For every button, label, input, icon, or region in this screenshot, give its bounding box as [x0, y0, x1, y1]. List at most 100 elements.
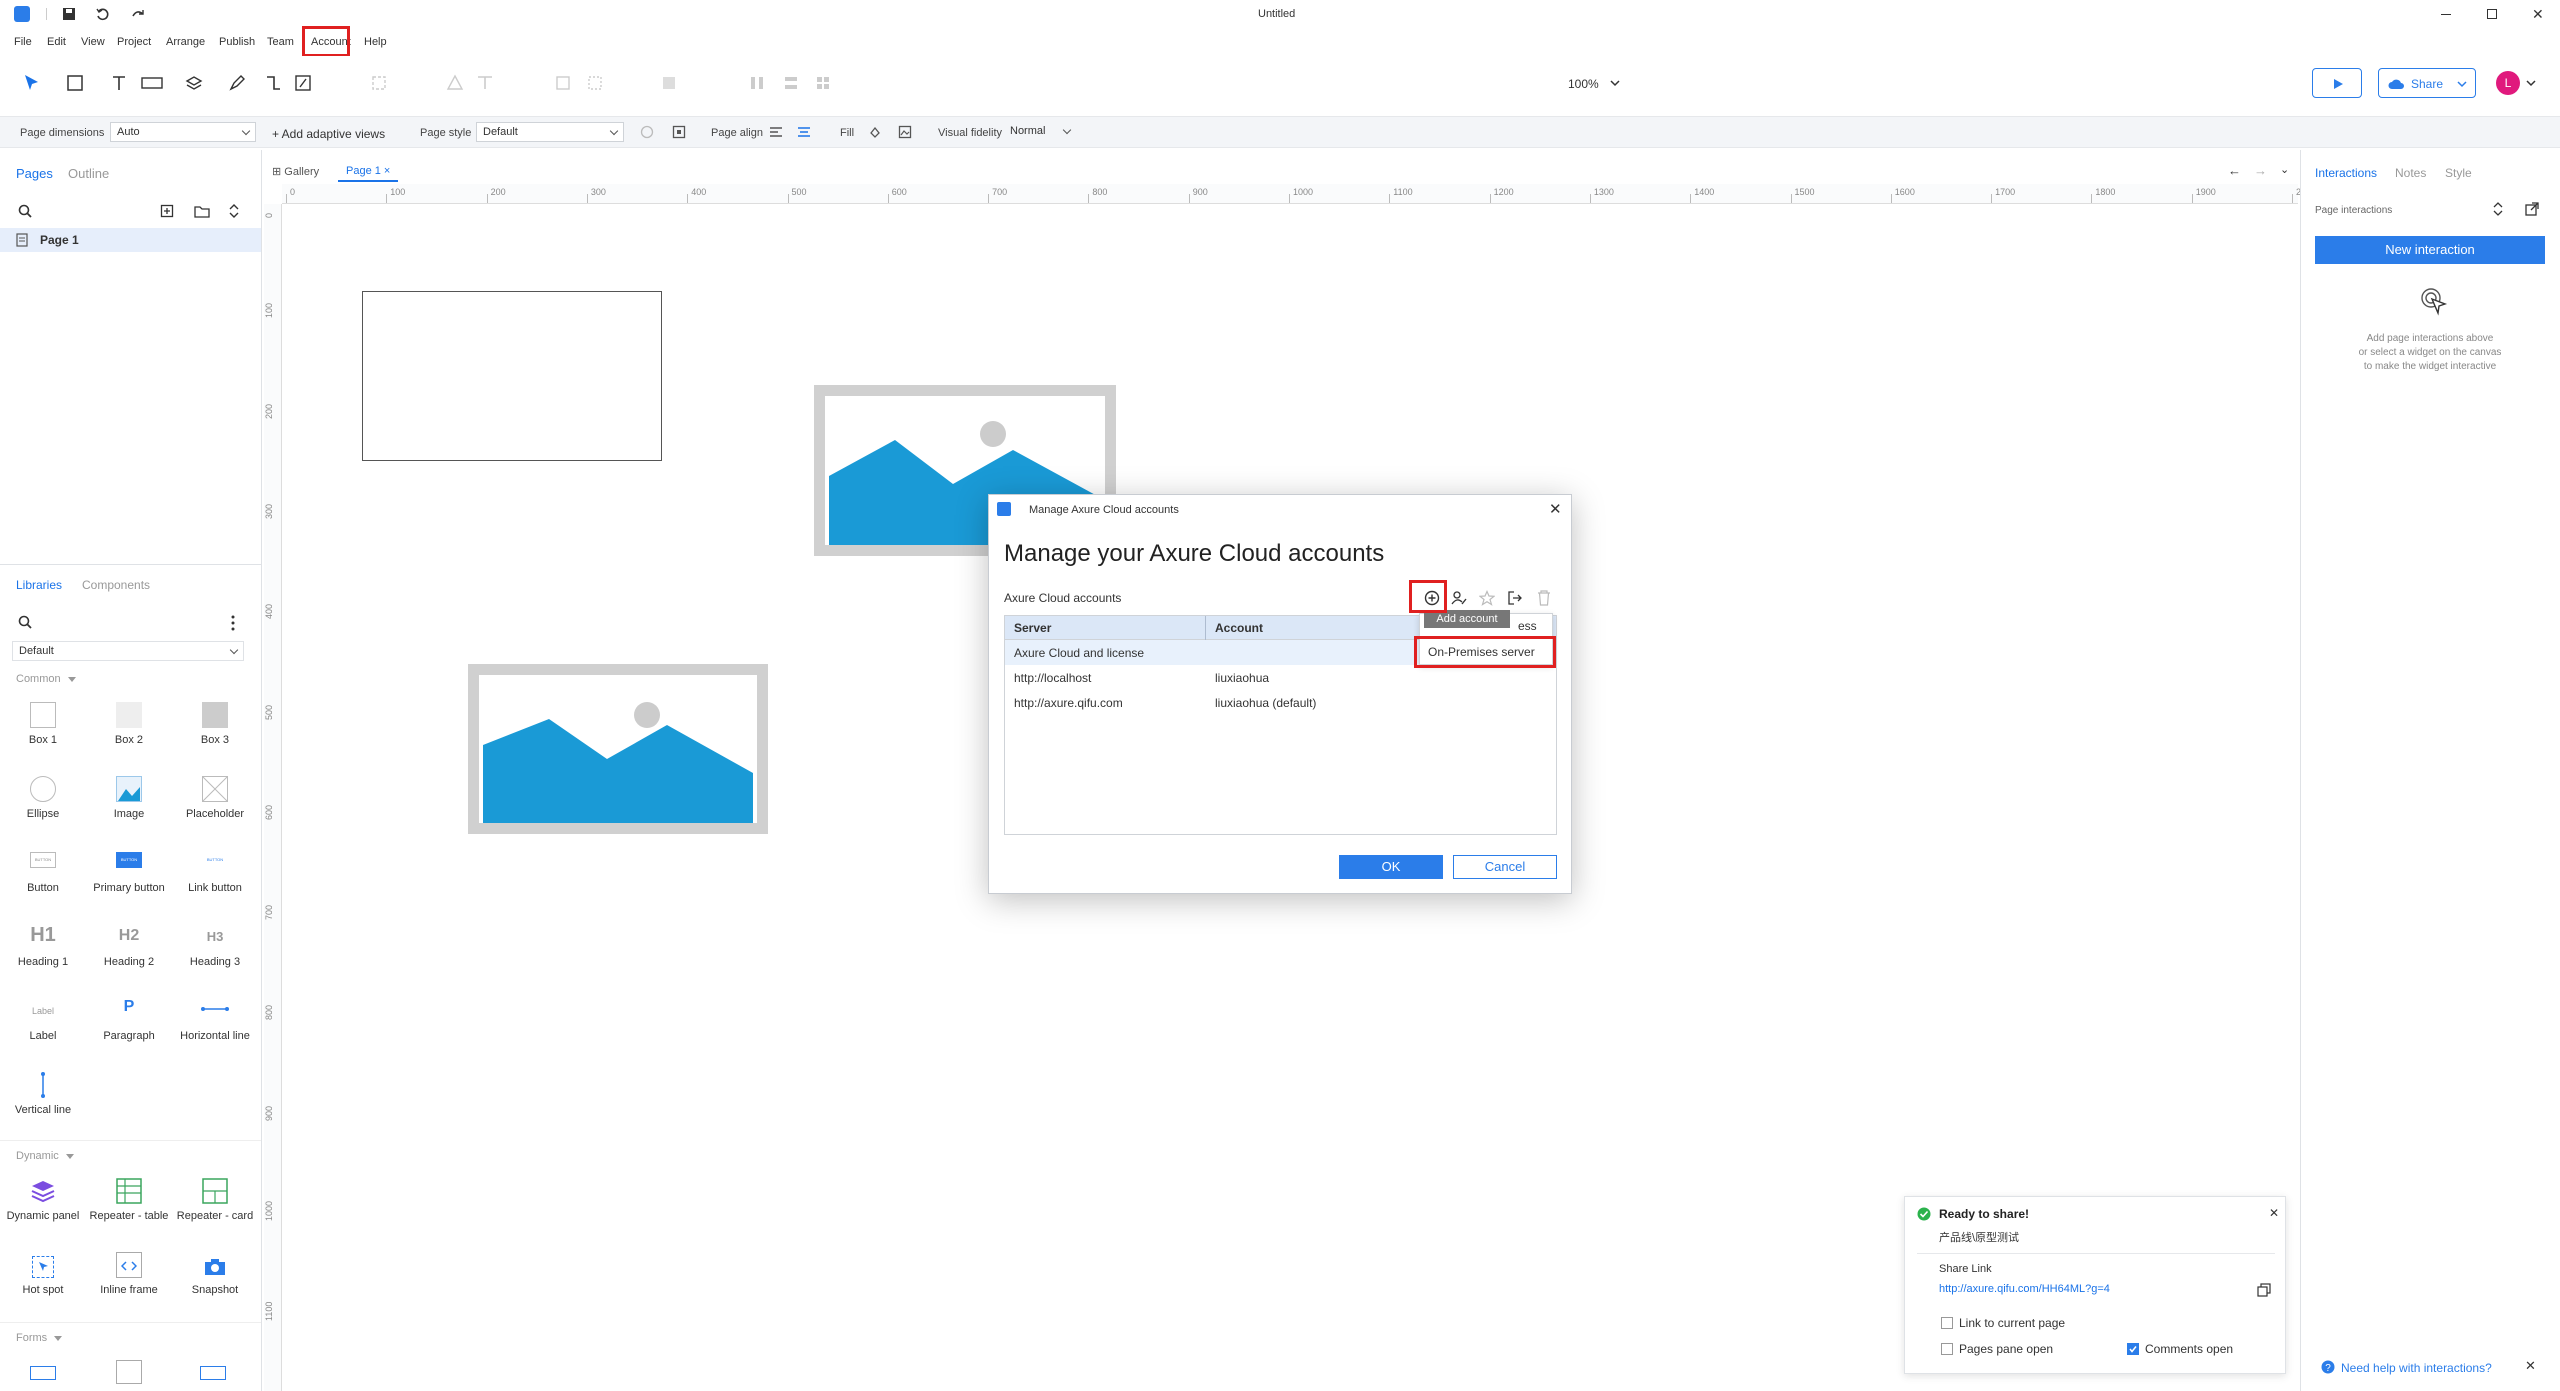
- lib-heading-2[interactable]: H2 Heading 2: [86, 924, 172, 968]
- align-center-icon[interactable]: [797, 126, 811, 140]
- tab-notes[interactable]: Notes: [2395, 166, 2426, 180]
- lib-image[interactable]: Image: [86, 776, 172, 820]
- dropdown-item-partial[interactable]: ess: [1518, 619, 1537, 633]
- lib-snapshot[interactable]: Snapshot: [172, 1256, 258, 1296]
- snippet-tool-icon[interactable]: [294, 74, 312, 92]
- search-icon[interactable]: [18, 615, 32, 629]
- preview-button[interactable]: [2312, 68, 2362, 98]
- chevron-down-icon[interactable]: [2526, 78, 2536, 88]
- menu-publish[interactable]: Publish: [219, 36, 255, 48]
- lib-form-droplist[interactable]: [200, 1366, 226, 1380]
- canvas-rectangle-widget[interactable]: [362, 291, 662, 461]
- lib-dynamic-panel[interactable]: Dynamic panel: [0, 1178, 86, 1222]
- input-tool-icon[interactable]: [140, 74, 164, 92]
- link-current-page-checkbox[interactable]: [1941, 1317, 1953, 1329]
- tab-style[interactable]: Style: [2445, 166, 2472, 180]
- text-tool-icon[interactable]: [110, 74, 128, 92]
- ok-button[interactable]: OK: [1339, 855, 1443, 879]
- cancel-button[interactable]: Cancel: [1453, 855, 1557, 879]
- lib-vertical-line[interactable]: Vertical line: [0, 1072, 86, 1116]
- pen-tool-icon[interactable]: [228, 74, 246, 92]
- tab-libraries[interactable]: Libraries: [16, 578, 62, 592]
- menu-view[interactable]: View: [81, 36, 105, 48]
- visual-fidelity-select[interactable]: Normal: [1004, 122, 1076, 142]
- lib-ellipse[interactable]: Ellipse: [0, 776, 86, 820]
- menu-help[interactable]: Help: [364, 36, 387, 48]
- lib-form-text-field[interactable]: [30, 1366, 56, 1380]
- table-row[interactable]: http://axure.qifu.com liuxiaohua (defaul…: [1005, 690, 1556, 715]
- tab-components[interactable]: Components: [82, 578, 150, 592]
- page-dimensions-select[interactable]: Auto: [110, 122, 256, 142]
- close-help-icon[interactable]: ✕: [2525, 1358, 2536, 1374]
- menu-team[interactable]: Team: [267, 36, 294, 48]
- tab-interactions[interactable]: Interactions: [2315, 166, 2377, 180]
- lib-paragraph[interactable]: P Paragraph: [86, 998, 172, 1042]
- tabs-menu-icon[interactable]: ⌄: [2280, 163, 2289, 176]
- library-select[interactable]: Default: [12, 641, 244, 661]
- menu-edit[interactable]: Edit: [47, 36, 66, 48]
- edit-account-icon[interactable]: [1451, 590, 1467, 606]
- page-style-select[interactable]: Default: [476, 122, 624, 142]
- minimize-button[interactable]: [2441, 14, 2451, 15]
- copy-icon[interactable]: [2257, 1283, 2271, 1297]
- style-edit-icon[interactable]: [672, 125, 686, 139]
- dialog-close-icon[interactable]: ✕: [1549, 500, 1562, 518]
- lib-box-1[interactable]: Box 1: [0, 702, 86, 746]
- lib-horizontal-line[interactable]: Horizontal line: [172, 998, 258, 1042]
- sign-out-icon[interactable]: [1507, 590, 1523, 606]
- fill-image-icon[interactable]: [898, 125, 912, 139]
- redo-icon[interactable]: [131, 7, 145, 21]
- tab-pages[interactable]: Pages: [16, 166, 53, 181]
- table-row[interactable]: http://localhost liuxiaohua: [1005, 665, 1556, 690]
- page-list-item[interactable]: Page 1: [0, 228, 261, 252]
- tab-gallery[interactable]: ⊞ Gallery: [272, 165, 319, 178]
- menu-file[interactable]: File: [14, 36, 32, 48]
- align-left-icon[interactable]: [769, 126, 783, 140]
- lib-placeholder[interactable]: Placeholder: [172, 776, 258, 820]
- avatar[interactable]: L: [2496, 71, 2520, 95]
- rectangle-tool-icon[interactable]: [66, 74, 84, 92]
- fill-color-icon[interactable]: [868, 125, 882, 139]
- open-external-icon[interactable]: [2525, 202, 2539, 216]
- new-interaction-button[interactable]: New interaction: [2315, 236, 2545, 264]
- section-common[interactable]: Common: [16, 673, 61, 685]
- save-icon[interactable]: [62, 7, 76, 21]
- share-button[interactable]: Share: [2378, 68, 2476, 98]
- select-tool-icon[interactable]: [22, 73, 42, 93]
- canvas-image-widget-2[interactable]: [468, 664, 768, 834]
- zoom-level[interactable]: 100%: [1568, 77, 1599, 91]
- help-link[interactable]: Need help with interactions?: [2341, 1361, 2492, 1375]
- sort-icon[interactable]: [2493, 202, 2503, 216]
- menu-arrange[interactable]: Arrange: [166, 36, 205, 48]
- lib-primary-button[interactable]: BUTTON Primary button: [86, 852, 172, 894]
- undo-icon[interactable]: [95, 7, 109, 21]
- add-adaptive-views-link[interactable]: + Add adaptive views: [272, 127, 385, 141]
- tab-outline[interactable]: Outline: [68, 166, 109, 181]
- lib-box-2[interactable]: Box 2: [86, 702, 172, 746]
- lib-heading-3[interactable]: H3 Heading 3: [172, 924, 258, 968]
- lib-repeater-table[interactable]: Repeater - table: [86, 1178, 172, 1222]
- lib-label[interactable]: Label Label: [0, 998, 86, 1042]
- connector-tool-icon[interactable]: [264, 74, 282, 92]
- add-page-icon[interactable]: [160, 204, 174, 218]
- lib-hot-spot[interactable]: Hot spot: [0, 1256, 86, 1296]
- lib-button[interactable]: BUTTON Button: [0, 852, 86, 894]
- add-folder-icon[interactable]: [194, 204, 210, 218]
- sort-icon[interactable]: [228, 203, 240, 219]
- lib-link-button[interactable]: BUTTON Link button: [172, 852, 258, 894]
- nav-back-icon[interactable]: ←: [2228, 163, 2241, 178]
- chevron-down-icon[interactable]: [1610, 78, 1620, 88]
- more-options-icon[interactable]: [230, 615, 236, 631]
- share-link[interactable]: http://axure.qifu.com/HH64ML?g=4: [1939, 1283, 2110, 1295]
- pages-pane-checkbox[interactable]: [1941, 1343, 1953, 1355]
- close-window-button[interactable]: ✕: [2532, 6, 2544, 23]
- close-share-icon[interactable]: ✕: [2269, 1206, 2279, 1220]
- lib-repeater-card[interactable]: Repeater - card: [172, 1178, 258, 1222]
- tab-page-1[interactable]: Page 1 ×: [338, 160, 399, 182]
- section-dynamic[interactable]: Dynamic: [16, 1150, 59, 1162]
- search-icon[interactable]: [18, 204, 32, 218]
- lib-heading-1[interactable]: H1 Heading 1: [0, 924, 86, 968]
- section-forms[interactable]: Forms: [16, 1332, 47, 1344]
- lib-box-3[interactable]: Box 3: [172, 702, 258, 746]
- nav-forward-icon[interactable]: →: [2254, 163, 2267, 178]
